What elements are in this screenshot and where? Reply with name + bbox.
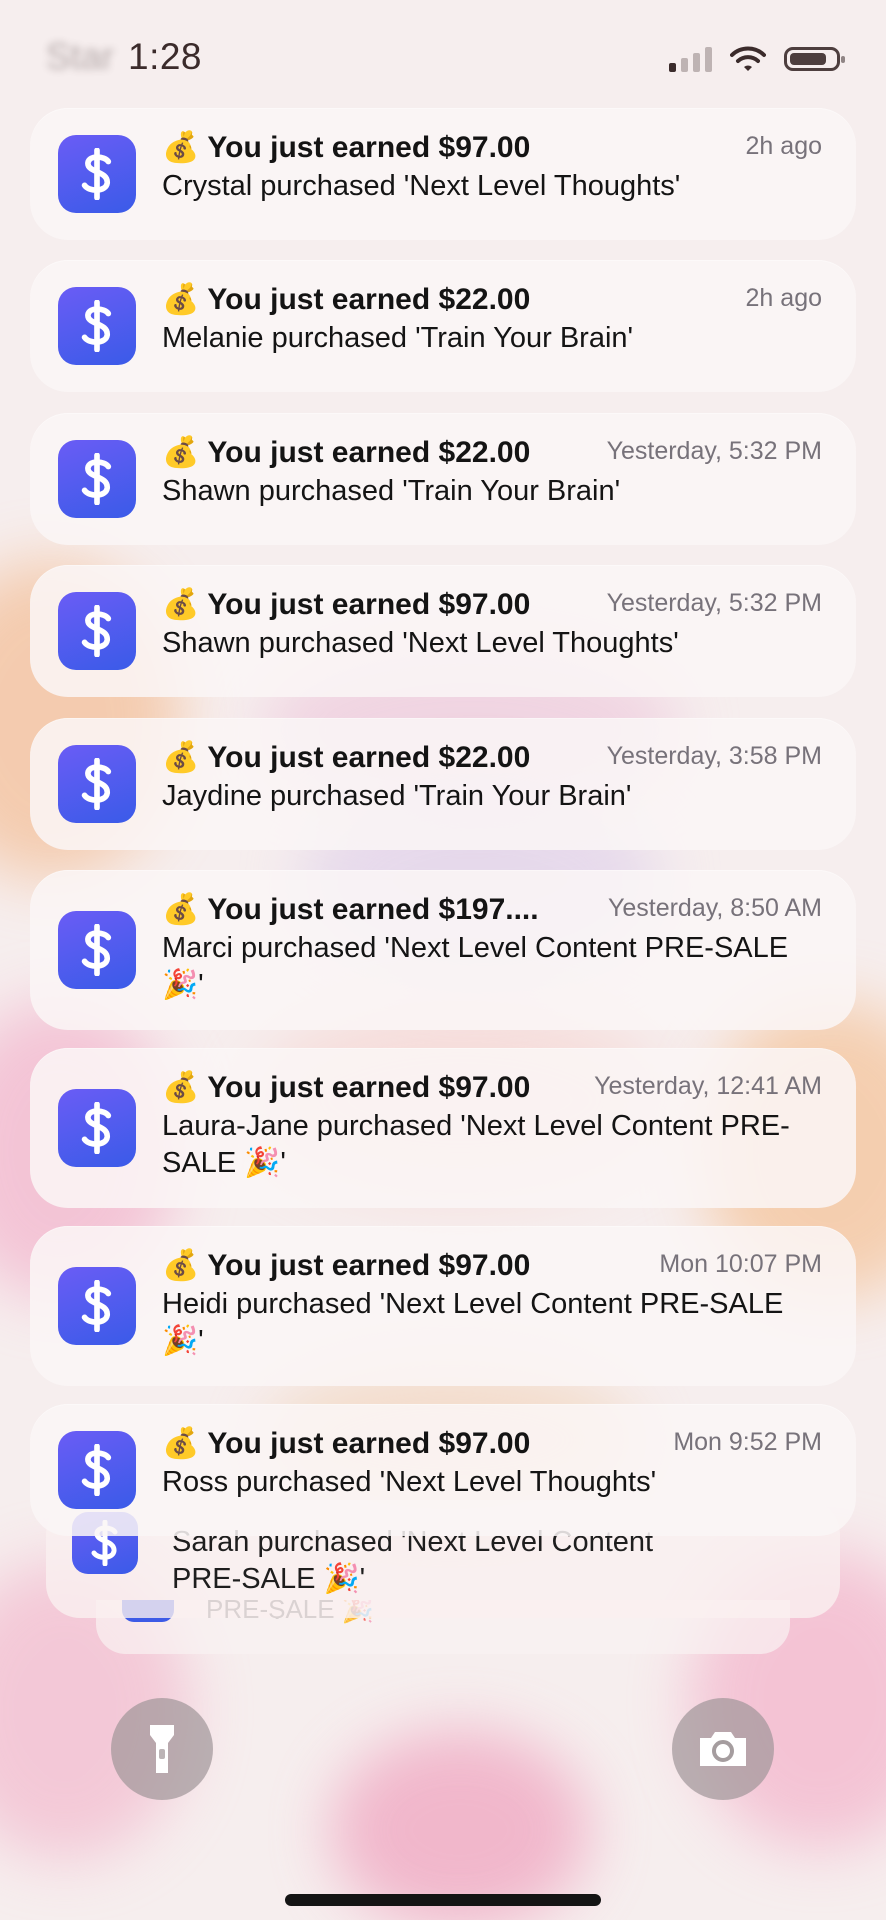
money-bag-icon: 💰	[162, 1071, 200, 1104]
flashlight-button[interactable]	[111, 1698, 213, 1800]
notification-body: 💰 You just earned $22.00 Yesterday, 5:32 P…	[162, 435, 822, 510]
dollar-sign-icon	[58, 1089, 136, 1167]
notification-body: 💰 You just earned $97.00 Mon 9:52 PM Ross p…	[162, 1426, 822, 1501]
money-bag-icon: 💰	[162, 1249, 200, 1282]
money-bag-icon: 💰	[162, 1427, 200, 1460]
dollar-sign-icon	[58, 745, 136, 823]
notification-time: Yesterday, 12:41 AM	[594, 1072, 822, 1100]
dollar-sign-icon	[58, 911, 136, 989]
notification-body: 💰 You just earned $97.00 Yesterday, 5:32 P…	[162, 587, 822, 662]
cellular-signal-icon	[669, 46, 712, 72]
status-ghost-text: Star	[46, 36, 114, 77]
dollar-sign-icon	[58, 287, 136, 365]
notification-body: 💰 You just earned $97.00 Mon 10:07 PM Heidi…	[162, 1248, 822, 1360]
notification-title-text: You just earned $22.00	[207, 283, 531, 316]
money-bag-icon: 💰	[162, 741, 200, 774]
dollar-sign-icon	[58, 592, 136, 670]
notification-title-text: You just earned $97.00	[207, 1071, 531, 1104]
notification-time: 2h ago	[745, 132, 822, 160]
notification-time: Yesterday, 5:32 PM	[606, 589, 822, 617]
notification-title-text: You just earned $97.00	[207, 131, 531, 164]
notification-card[interactable]: 💰 You just earned $22.00 2h ago Melanie pur…	[30, 260, 856, 392]
notification-time: Yesterday, 8:50 AM	[607, 894, 822, 922]
notification-time: 2h ago	[745, 284, 822, 312]
notification-text: Shawn purchased 'Next Level Thoughts'	[162, 627, 679, 659]
notification-card[interactable]: 💰 You just earned $97.00 Yesterday, 5:32 P…	[30, 565, 856, 697]
money-bag-icon: 💰	[162, 131, 200, 164]
notification-card[interactable]: 💰 You just earned $97.00 Mon 10:07 PM Heidi…	[30, 1226, 856, 1386]
notification-text: Crystal purchased 'Next Level Thoughts'	[162, 170, 681, 202]
notification-body: 💰 You just earned $22.00 Yesterday, 3:58 P…	[162, 740, 822, 815]
notification-time: Mon 9:52 PM	[673, 1428, 822, 1456]
notification-title: 💰 You just earned $97.00	[162, 130, 822, 165]
status-bar: Star 1:28	[0, 0, 886, 110]
notification-time: Yesterday, 3:58 PM	[606, 742, 822, 770]
camera-icon	[700, 1732, 746, 1766]
notification-text: Jaydine purchased 'Train Your Brain'	[162, 780, 632, 812]
notification-title-text: You just earned $22.00	[207, 436, 531, 469]
money-bag-icon: 💰	[162, 893, 200, 926]
dollar-sign-icon	[58, 1431, 136, 1509]
notification-title-text: You just earned $97.00	[207, 1427, 531, 1460]
flashlight-icon	[150, 1725, 174, 1773]
notification-text: Melanie purchased 'Train Your Brain'	[162, 322, 634, 354]
notification-time: Yesterday, 5:32 PM	[606, 437, 822, 465]
notification-title-text: You just earned $22.00	[207, 741, 531, 774]
camera-button[interactable]	[672, 1698, 774, 1800]
notification-card[interactable]: 💰 You just earned $197.... Yesterday, 8:50…	[30, 870, 856, 1030]
notification-card[interactable]: 💰 You just earned $22.00 Yesterday, 3:58 P…	[30, 718, 856, 850]
notification-body: 💰 You just earned $97.00 2h ago Crystal pur…	[162, 130, 822, 205]
notification-title-text: You just earned $97.00	[207, 1249, 531, 1282]
notification-body: 💰 You just earned $22.00 2h ago Melanie pur…	[162, 282, 822, 357]
dollar-sign-icon	[58, 135, 136, 213]
status-time: 1:28	[128, 36, 203, 77]
notification-card[interactable]: 💰 You just earned $97.00 2h ago Crystal pur…	[30, 108, 856, 240]
status-icons	[669, 44, 845, 74]
notification-body: 💰 You just earned $197.... Yesterday, 8:50…	[162, 892, 822, 1004]
notification-card[interactable]: 💰 You just earned $97.00 Mon 9:52 PM Ross p…	[30, 1404, 856, 1536]
dollar-sign-icon	[58, 440, 136, 518]
money-bag-icon: 💰	[162, 436, 200, 469]
notification-body: 💰 You just earned $97.00 Yesterday, 12:41 …	[162, 1070, 822, 1182]
notification-title-text: You just earned $197....	[207, 893, 539, 926]
notification-text: Ross purchased 'Next Level Thoughts'	[162, 1466, 657, 1498]
notification-text: Shawn purchased 'Train Your Brain'	[162, 475, 621, 507]
battery-icon	[784, 47, 845, 71]
notification-time: Mon 10:07 PM	[659, 1250, 822, 1278]
home-indicator[interactable]	[285, 1894, 601, 1906]
notification-card[interactable]: 💰 You just earned $22.00 Yesterday, 5:32 P…	[30, 413, 856, 545]
wifi-icon	[730, 46, 766, 71]
notification-title: 💰 You just earned $22.00	[162, 282, 822, 317]
notification-text: Marci purchased 'Next Level Content PRE-…	[162, 932, 789, 1001]
notification-title-text: You just earned $97.00	[207, 588, 531, 621]
money-bag-icon: 💰	[162, 588, 200, 621]
notification-text: Heidi purchased 'Next Level Content PRE-…	[162, 1288, 784, 1357]
dollar-sign-icon	[58, 1267, 136, 1345]
money-bag-icon: 💰	[162, 283, 200, 316]
notification-text: Laura-Jane purchased 'Next Level Content…	[162, 1110, 790, 1179]
notification-card[interactable]: 💰 You just earned $97.00 Yesterday, 12:41 …	[30, 1048, 856, 1208]
